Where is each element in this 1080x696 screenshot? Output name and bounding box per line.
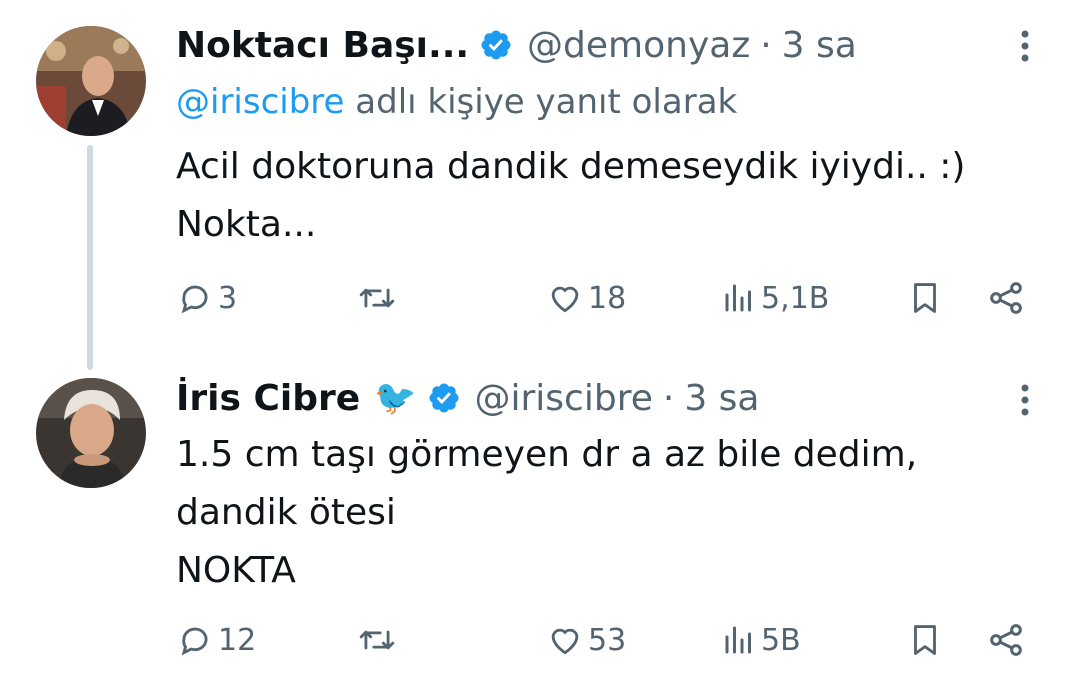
share-icon bbox=[986, 620, 1026, 660]
like-button[interactable]: 18 bbox=[546, 273, 626, 323]
avatar[interactable] bbox=[36, 378, 146, 488]
retweet-icon bbox=[356, 621, 398, 659]
reply-count: 12 bbox=[218, 622, 257, 658]
tweet-text-line: NOKTA bbox=[176, 550, 296, 591]
tweet-text-line: Acil doktoruna dandik demeseydik iyiydi.… bbox=[176, 146, 966, 187]
share-icon bbox=[986, 278, 1026, 318]
reply-context-label: adlı kişiye yanıt olarak bbox=[344, 82, 738, 122]
retweet-button[interactable] bbox=[356, 615, 398, 665]
like-button[interactable]: 53 bbox=[546, 615, 626, 665]
bookmark-button[interactable] bbox=[906, 615, 944, 665]
more-vertical-icon[interactable] bbox=[1010, 380, 1040, 420]
tweet-text: 1.5 cm taşı görmeyen dr a az bile dedim,… bbox=[176, 426, 917, 600]
reply-button[interactable]: 3 bbox=[176, 273, 237, 323]
like-count: 18 bbox=[588, 280, 627, 316]
views-count: 5,1B bbox=[761, 280, 830, 316]
author-name[interactable]: Noktacı Başı... bbox=[176, 25, 469, 66]
tweet-text-line: dandik ötesi bbox=[176, 492, 396, 533]
timestamp[interactable]: 3 sa bbox=[684, 378, 759, 419]
reply-icon bbox=[176, 621, 214, 659]
time-separator: · bbox=[760, 24, 772, 66]
retweet-button[interactable] bbox=[356, 273, 398, 323]
verified-badge-icon bbox=[427, 381, 461, 415]
avatar[interactable] bbox=[36, 26, 146, 136]
heart-icon bbox=[546, 279, 584, 317]
bookmark-icon bbox=[906, 620, 944, 660]
share-button[interactable] bbox=[986, 273, 1026, 323]
views-count: 5B bbox=[761, 622, 801, 658]
like-count: 53 bbox=[588, 622, 627, 658]
thread-line bbox=[87, 145, 93, 370]
tweet-2[interactable]: İris Cibre 🐦 @iriscibre · 3 sa 1.5 cm ta… bbox=[0, 350, 1080, 696]
action-bar: 12 53 5B bbox=[176, 615, 1036, 665]
views-icon bbox=[721, 621, 757, 659]
time-separator: · bbox=[662, 377, 675, 419]
timestamp[interactable]: 3 sa bbox=[782, 25, 857, 66]
reply-context: @iriscibre adlı kişiye yanıt olarak bbox=[176, 82, 737, 122]
views-button[interactable]: 5B bbox=[721, 615, 801, 665]
tweet-header: Noktacı Başı... @demonyaz · 3 sa bbox=[176, 20, 857, 70]
tweet-header: İris Cibre 🐦 @iriscibre · 3 sa bbox=[176, 373, 760, 423]
tweet-text-line: 1.5 cm taşı görmeyen dr a az bile dedim, bbox=[176, 434, 918, 475]
action-bar: 3 18 5,1B bbox=[176, 273, 1036, 323]
bookmark-icon bbox=[906, 278, 944, 318]
more-vertical-icon[interactable] bbox=[1010, 26, 1040, 66]
author-handle[interactable]: @iriscibre bbox=[475, 378, 653, 419]
reply-button[interactable]: 12 bbox=[176, 615, 256, 665]
tweet-text-line: Nokta... bbox=[176, 204, 317, 245]
views-button[interactable]: 5,1B bbox=[721, 273, 829, 323]
author-name[interactable]: İris Cibre bbox=[176, 378, 360, 419]
verified-badge-icon bbox=[479, 28, 513, 62]
share-button[interactable] bbox=[986, 615, 1026, 665]
reply-count: 3 bbox=[218, 280, 238, 316]
bird-emoji: 🐦 bbox=[374, 378, 417, 418]
views-icon bbox=[721, 279, 757, 317]
reply-icon bbox=[176, 279, 214, 317]
reply-mention-link[interactable]: @iriscibre bbox=[176, 82, 344, 122]
tweet-text: Acil doktoruna dandik demeseydik iyiydi.… bbox=[176, 138, 965, 254]
author-handle[interactable]: @demonyaz bbox=[527, 25, 750, 66]
retweet-icon bbox=[356, 279, 398, 317]
tweet-1[interactable]: Noktacı Başı... @demonyaz · 3 sa @irisci… bbox=[0, 0, 1080, 370]
heart-icon bbox=[546, 621, 584, 659]
bookmark-button[interactable] bbox=[906, 273, 944, 323]
